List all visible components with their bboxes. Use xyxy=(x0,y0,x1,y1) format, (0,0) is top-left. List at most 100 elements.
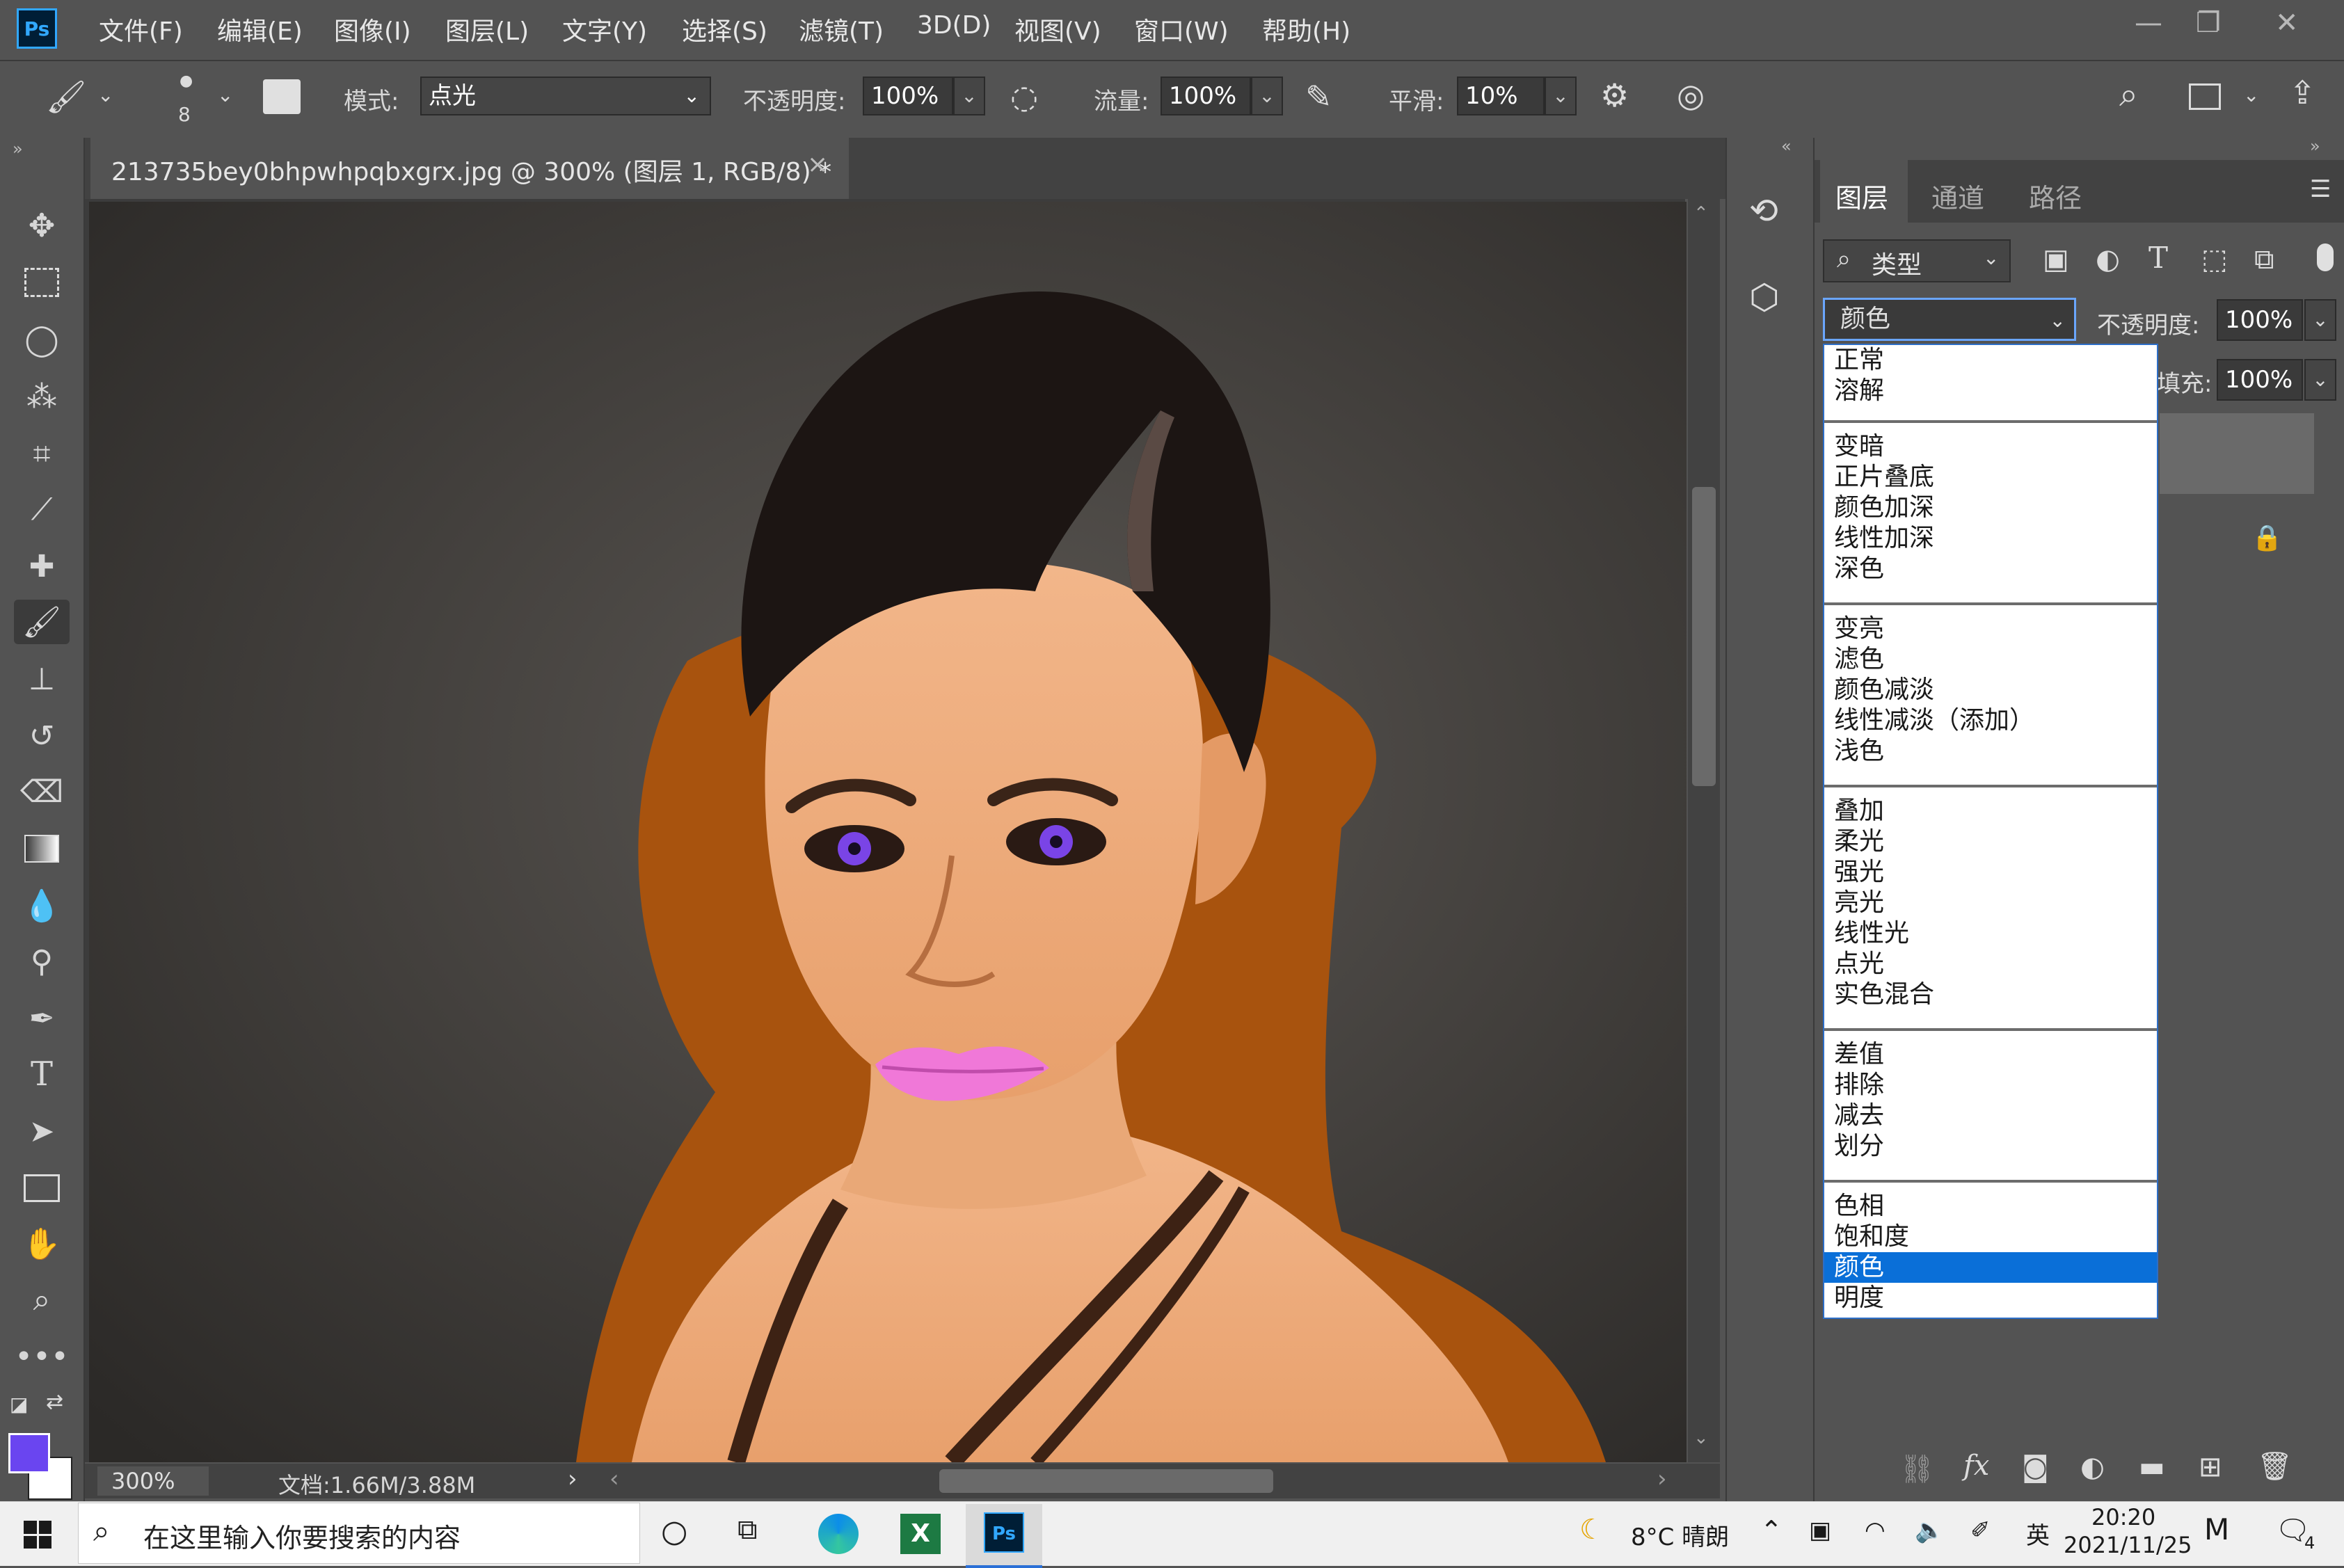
shape-filter-icon[interactable]: ⬚ xyxy=(2201,243,2228,275)
fx-icon[interactable]: fx xyxy=(1963,1450,1989,1482)
tab-channels[interactable]: 通道 xyxy=(1931,177,1984,215)
workspace-icon[interactable] xyxy=(2189,83,2221,110)
quick-select-tool[interactable]: ⁂ xyxy=(14,374,70,419)
eyedropper-tool[interactable]: ⟋ xyxy=(14,487,70,531)
lasso-tool[interactable]: ◯ xyxy=(14,317,70,362)
default-colors-icon[interactable]: ◪ xyxy=(10,1393,28,1416)
pen-workspace-icon[interactable]: ✐ xyxy=(1970,1517,1991,1544)
smart-object-filter-icon[interactable]: ⧉ xyxy=(2254,243,2274,275)
blend-option[interactable]: 实色混合 xyxy=(1834,979,1934,1010)
windows-start-icon[interactable] xyxy=(24,1521,51,1549)
task-view-icon[interactable]: ⧉ xyxy=(738,1514,758,1546)
menu-file[interactable]: 文件(F) xyxy=(99,11,183,47)
vertical-scrollbar[interactable] xyxy=(1688,199,1720,1462)
pen-tool[interactable]: ✒ xyxy=(14,996,70,1041)
clock-time[interactable]: 20:20 xyxy=(2091,1504,2155,1530)
blend-option[interactable]: 变亮 xyxy=(1834,614,1884,644)
layer-opacity-dropdown[interactable]: ⌄ xyxy=(2304,299,2336,341)
ime-indicator[interactable]: 英 xyxy=(2026,1517,2050,1551)
chevron-up-icon[interactable]: ⌃ xyxy=(1760,1515,1783,1546)
gear-icon[interactable]: ⚙ xyxy=(1600,77,1629,114)
blend-option[interactable]: 强光 xyxy=(1834,857,1884,888)
menu-image[interactable]: 图像(I) xyxy=(334,11,411,47)
history-panel-icon[interactable]: ⟲ xyxy=(1749,191,1778,231)
fill-dropdown[interactable]: ⌄ xyxy=(2304,359,2336,401)
scroll-left-icon[interactable]: ‹ xyxy=(609,1465,619,1493)
blend-option[interactable]: 减去 xyxy=(1834,1101,1884,1131)
document-info[interactable]: 文档:1.66M/3.88M xyxy=(278,1468,475,1500)
hand-tool[interactable]: ✋ xyxy=(14,1222,70,1266)
blend-option[interactable]: 线性加深 xyxy=(1834,523,1934,554)
link-layers-icon[interactable]: ⛓ xyxy=(1899,1453,1935,1485)
document-tab-title[interactable]: 213735bey0bhpwhpqbxgrx.jpg @ 300% (图层 1,… xyxy=(111,152,831,188)
restore-icon[interactable]: ❐ xyxy=(2196,7,2221,39)
blur-tool[interactable]: 💧 xyxy=(14,883,70,928)
vertical-scroll-thumb[interactable] xyxy=(1692,487,1716,786)
opacity-field[interactable]: 100% xyxy=(863,77,953,115)
eraser-tool[interactable]: ⌫ xyxy=(14,769,70,814)
filter-toggle[interactable] xyxy=(2317,243,2334,271)
type-filter-icon[interactable]: T xyxy=(2148,241,2168,275)
image-filter-icon[interactable]: ▣ xyxy=(2043,243,2069,275)
tab-paths[interactable]: 路径 xyxy=(2029,177,2082,215)
edge-icon[interactable] xyxy=(818,1514,859,1554)
gradient-tool[interactable] xyxy=(14,826,70,871)
close-icon[interactable]: × xyxy=(807,150,828,179)
move-tool[interactable]: ✥ xyxy=(14,203,70,248)
smooth-field[interactable]: 10% xyxy=(1457,77,1545,115)
smooth-dropdown[interactable]: ⌄ xyxy=(1545,77,1577,115)
swap-colors-icon[interactable]: ⇄ xyxy=(46,1390,63,1414)
chevron-down-icon[interactable]: ⌄ xyxy=(2243,83,2259,106)
minimize-icon[interactable]: — xyxy=(2135,7,2162,39)
blend-option[interactable]: 变暗 xyxy=(1834,431,1884,462)
blend-option[interactable]: 线性光 xyxy=(1834,918,1909,949)
flow-field[interactable]: 100% xyxy=(1161,77,1251,115)
adjustment-filter-icon[interactable]: ◐ xyxy=(2096,243,2120,275)
blend-option-selected[interactable]: 颜色 xyxy=(1824,1252,2157,1283)
pressure-size-icon[interactable]: ◎ xyxy=(1677,77,1705,114)
chevron-right-icon[interactable]: › xyxy=(568,1465,577,1493)
blend-option[interactable]: 饱和度 xyxy=(1834,1222,1909,1252)
blend-mode-select[interactable]: 颜色 ⌄ xyxy=(1823,298,2076,341)
canvas-image[interactable] xyxy=(89,202,1687,1462)
blend-option[interactable]: 正片叠底 xyxy=(1834,462,1934,493)
menu-filter[interactable]: 滤镜(T) xyxy=(799,11,884,47)
adjustment-layer-icon[interactable]: ◐ xyxy=(2080,1451,2105,1483)
fill-field[interactable]: 100% xyxy=(2217,359,2303,401)
chevron-down-icon[interactable]: ⌄ xyxy=(97,83,113,106)
marquee-tool[interactable] xyxy=(14,260,70,305)
brush-settings-icon[interactable] xyxy=(263,79,301,114)
blend-option[interactable]: 亮光 xyxy=(1834,888,1884,918)
blend-option[interactable]: 叠加 xyxy=(1834,796,1884,826)
airbrush-icon[interactable]: ✎ xyxy=(1305,78,1332,115)
path-selection-tool[interactable]: ➤ xyxy=(14,1109,70,1153)
zoom-tool[interactable]: ⌕ xyxy=(14,1277,70,1322)
3d-panel-icon[interactable]: ⬡ xyxy=(1749,277,1780,317)
widgets-icon[interactable]: M xyxy=(2204,1512,2229,1546)
new-layer-icon[interactable]: ⊞ xyxy=(2199,1451,2222,1483)
cortana-icon[interactable]: ○ xyxy=(661,1514,687,1549)
blend-option[interactable]: 正常 xyxy=(1834,345,1884,376)
menu-3d[interactable]: 3D(D) xyxy=(917,11,991,40)
layer-row-selected[interactable] xyxy=(2160,413,2314,494)
blend-option[interactable]: 深色 xyxy=(1834,554,1884,584)
type-tool[interactable]: T xyxy=(14,1052,70,1096)
menu-window[interactable]: 窗口(W) xyxy=(1134,11,1229,47)
pressure-opacity-icon[interactable]: ◌ xyxy=(1010,78,1038,115)
mode-select[interactable]: 点光 ⌄ xyxy=(420,77,711,115)
tab-layers[interactable]: 图层 xyxy=(1835,177,1888,215)
foreground-color-swatch[interactable] xyxy=(8,1433,50,1473)
layer-mask-icon[interactable]: ◙ xyxy=(2022,1451,2049,1483)
collapse-icon[interactable]: » xyxy=(13,139,23,159)
close-icon[interactable]: ✕ xyxy=(2275,7,2299,39)
blend-option[interactable]: 颜色减淡 xyxy=(1834,675,1934,705)
weather-text[interactable]: 8°C 晴朗 xyxy=(1631,1518,1729,1552)
crop-tool[interactable]: ⌗ xyxy=(14,431,70,476)
collapse-icon[interactable]: » xyxy=(2310,136,2320,156)
zoom-level-field[interactable]: 300% xyxy=(97,1466,209,1496)
network-device-icon[interactable]: ▣ xyxy=(1809,1517,1831,1544)
blend-option[interactable]: 浅色 xyxy=(1834,736,1884,767)
search-icon[interactable]: ⌕ xyxy=(2119,75,2138,115)
share-icon[interactable]: ⇪ xyxy=(2289,74,2316,111)
menu-layer[interactable]: 图层(L) xyxy=(445,11,529,47)
